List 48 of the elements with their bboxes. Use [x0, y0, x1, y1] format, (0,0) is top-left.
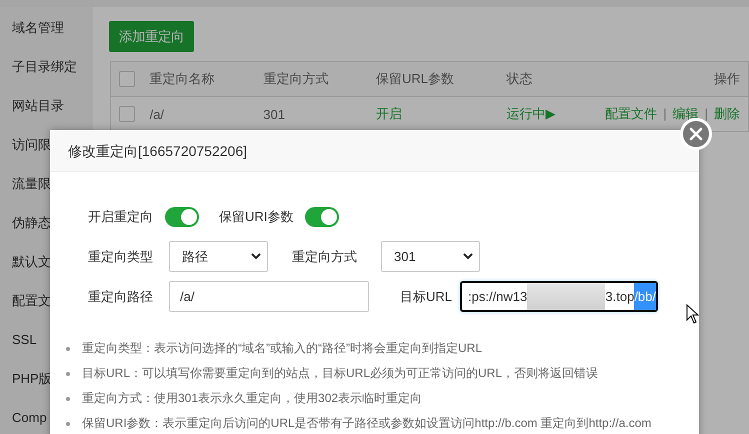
- toggle-label: 保留URI参数: [219, 208, 294, 226]
- hint-text: 重定向类型：表示访问选择的“域名”或输入的“路径”时将会重定向到指定URL: [82, 340, 482, 357]
- field-label: 目标URL: [400, 288, 454, 306]
- checkbox[interactable]: [119, 106, 135, 122]
- sidebar-item[interactable]: 网站目录: [12, 93, 64, 119]
- field-label: 重定向路径: [88, 288, 154, 306]
- chevron-down-icon: [251, 253, 261, 260]
- type-select[interactable]: 路径: [169, 241, 268, 272]
- chevron-down-icon: [463, 253, 473, 260]
- field-label: 重定向类型: [88, 248, 154, 266]
- sidebar-item[interactable]: 伪静态: [12, 210, 51, 236]
- column-header: 状态: [506, 71, 533, 86]
- field-label: 重定向方式: [292, 248, 358, 266]
- separator: |: [663, 106, 667, 121]
- close-icon: [689, 127, 703, 141]
- toggle-switch[interactable]: [165, 206, 199, 226]
- table-cell: /a/: [150, 106, 164, 122]
- checkbox[interactable]: [119, 71, 135, 87]
- column-header: 重定向名称: [150, 71, 215, 86]
- sidebar-item[interactable]: SSL: [12, 327, 37, 353]
- sidebar-item[interactable]: 子目录绑定: [12, 54, 77, 80]
- column-header: 保留URL参数: [376, 71, 454, 86]
- table-cell: 开启: [376, 106, 402, 121]
- bullet-icon: [66, 422, 70, 426]
- bullet-icon: [66, 396, 70, 400]
- method-select[interactable]: 301: [381, 241, 480, 272]
- sidebar-item[interactable]: 流量限: [12, 171, 51, 197]
- selected-text: /bb/: [634, 283, 656, 310]
- sidebar-item[interactable]: PHP版: [12, 366, 52, 392]
- bullet-icon: [66, 346, 70, 350]
- column-header: 重定向方式: [263, 71, 328, 86]
- hint-text: 重定向方式：使用301表示永久重定向，使用302表示临时重定向: [82, 390, 422, 407]
- sidebar-item[interactable]: 默认文: [12, 249, 51, 275]
- target-url-field[interactable]: :ps://nw13 3.top/bb/: [460, 281, 658, 312]
- path-input-field[interactable]: /a/: [169, 281, 369, 312]
- toggle-switch[interactable]: [305, 206, 340, 226]
- dialog-title: 修改重定向[1665720752206]: [50, 130, 699, 172]
- sidebar-item[interactable]: 配置文: [12, 288, 51, 314]
- sidebar-item[interactable]: 域名管理: [12, 15, 64, 41]
- toggle-label: 开启重定向: [88, 208, 153, 226]
- separator: |: [704, 106, 708, 121]
- hint-text: 目标URL：可以填写你需要重定向到的站点，目标URL必须为可正常访问的URL，否则将返回错误: [82, 365, 598, 382]
- sidebar-item[interactable]: Comp: [12, 405, 47, 431]
- hint-text: 保留URI参数：表示重定向后访问的URL是否带有子路径或参数如设置访问http://b.com 重定向到http://a.com: [82, 415, 652, 432]
- table-cell: 301: [263, 106, 285, 122]
- bullet-icon: [66, 372, 70, 376]
- sidebar-item[interactable]: 访问限: [12, 132, 51, 158]
- column-header: 操作: [714, 71, 740, 86]
